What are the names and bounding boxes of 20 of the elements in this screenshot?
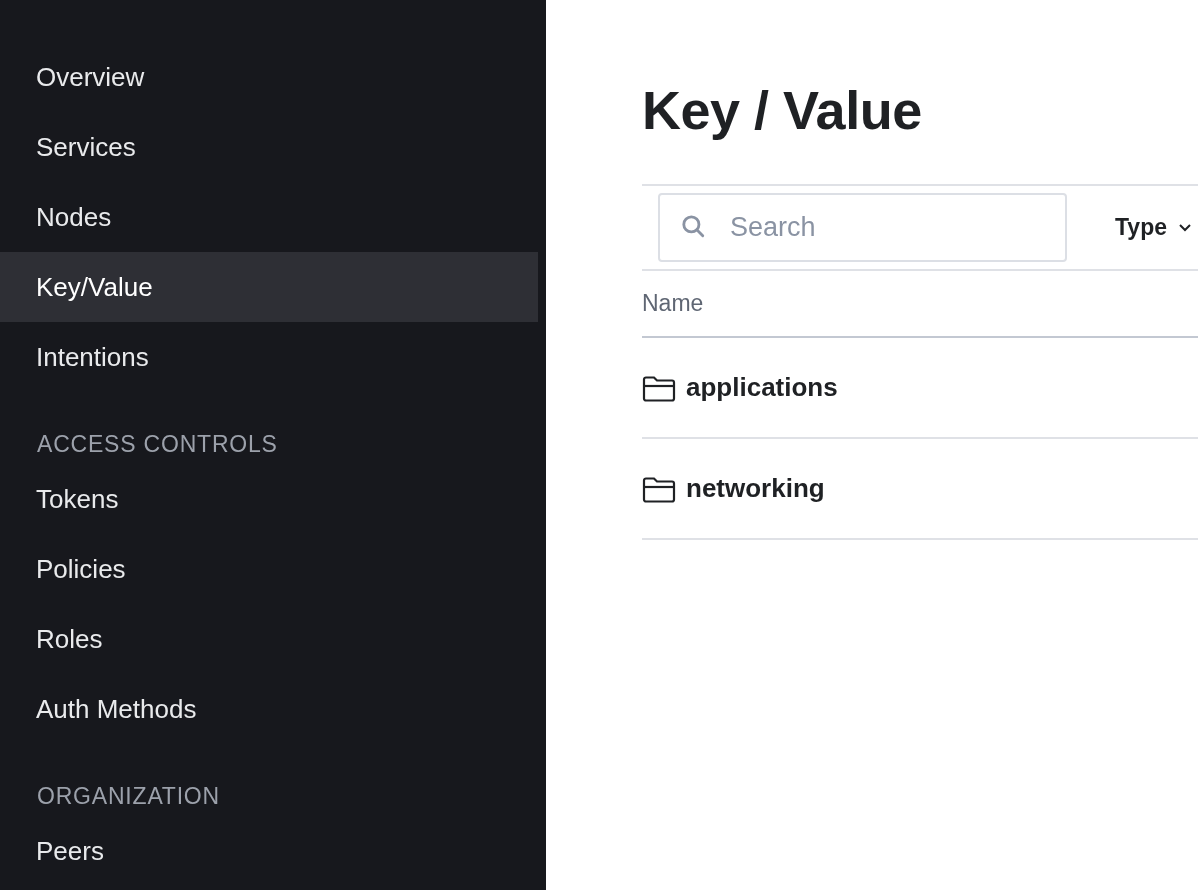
- search-field[interactable]: Search: [658, 193, 1067, 262]
- column-header: Name: [642, 290, 704, 317]
- nav-item[interactable]: Auth Methods: [0, 674, 538, 744]
- section-heading: ORGANIZATION: [36, 782, 221, 811]
- folder-icon: [642, 374, 676, 403]
- row-link[interactable]: networking: [686, 473, 825, 504]
- nav-item[interactable]: Tokens: [0, 464, 538, 534]
- type-filter-dropdown[interactable]: Type: [1115, 214, 1193, 241]
- row-link[interactable]: applications: [686, 372, 838, 403]
- page-title: Key / Value: [642, 79, 923, 142]
- section-heading: ACCESS CONTROLS: [36, 430, 279, 459]
- nav-item[interactable]: Nodes: [0, 182, 538, 252]
- nav-item[interactable]: Intentions: [0, 322, 538, 392]
- nav-item[interactable]: Peers: [0, 816, 538, 886]
- nav-item[interactable]: Roles: [0, 604, 538, 674]
- nav-item[interactable]: Policies: [0, 534, 538, 604]
- folder-icon: [642, 475, 676, 504]
- nav-item[interactable]: Services: [0, 112, 538, 182]
- nav-item[interactable]: Overview: [0, 42, 538, 112]
- nav-item[interactable]: Key/Value: [0, 252, 538, 322]
